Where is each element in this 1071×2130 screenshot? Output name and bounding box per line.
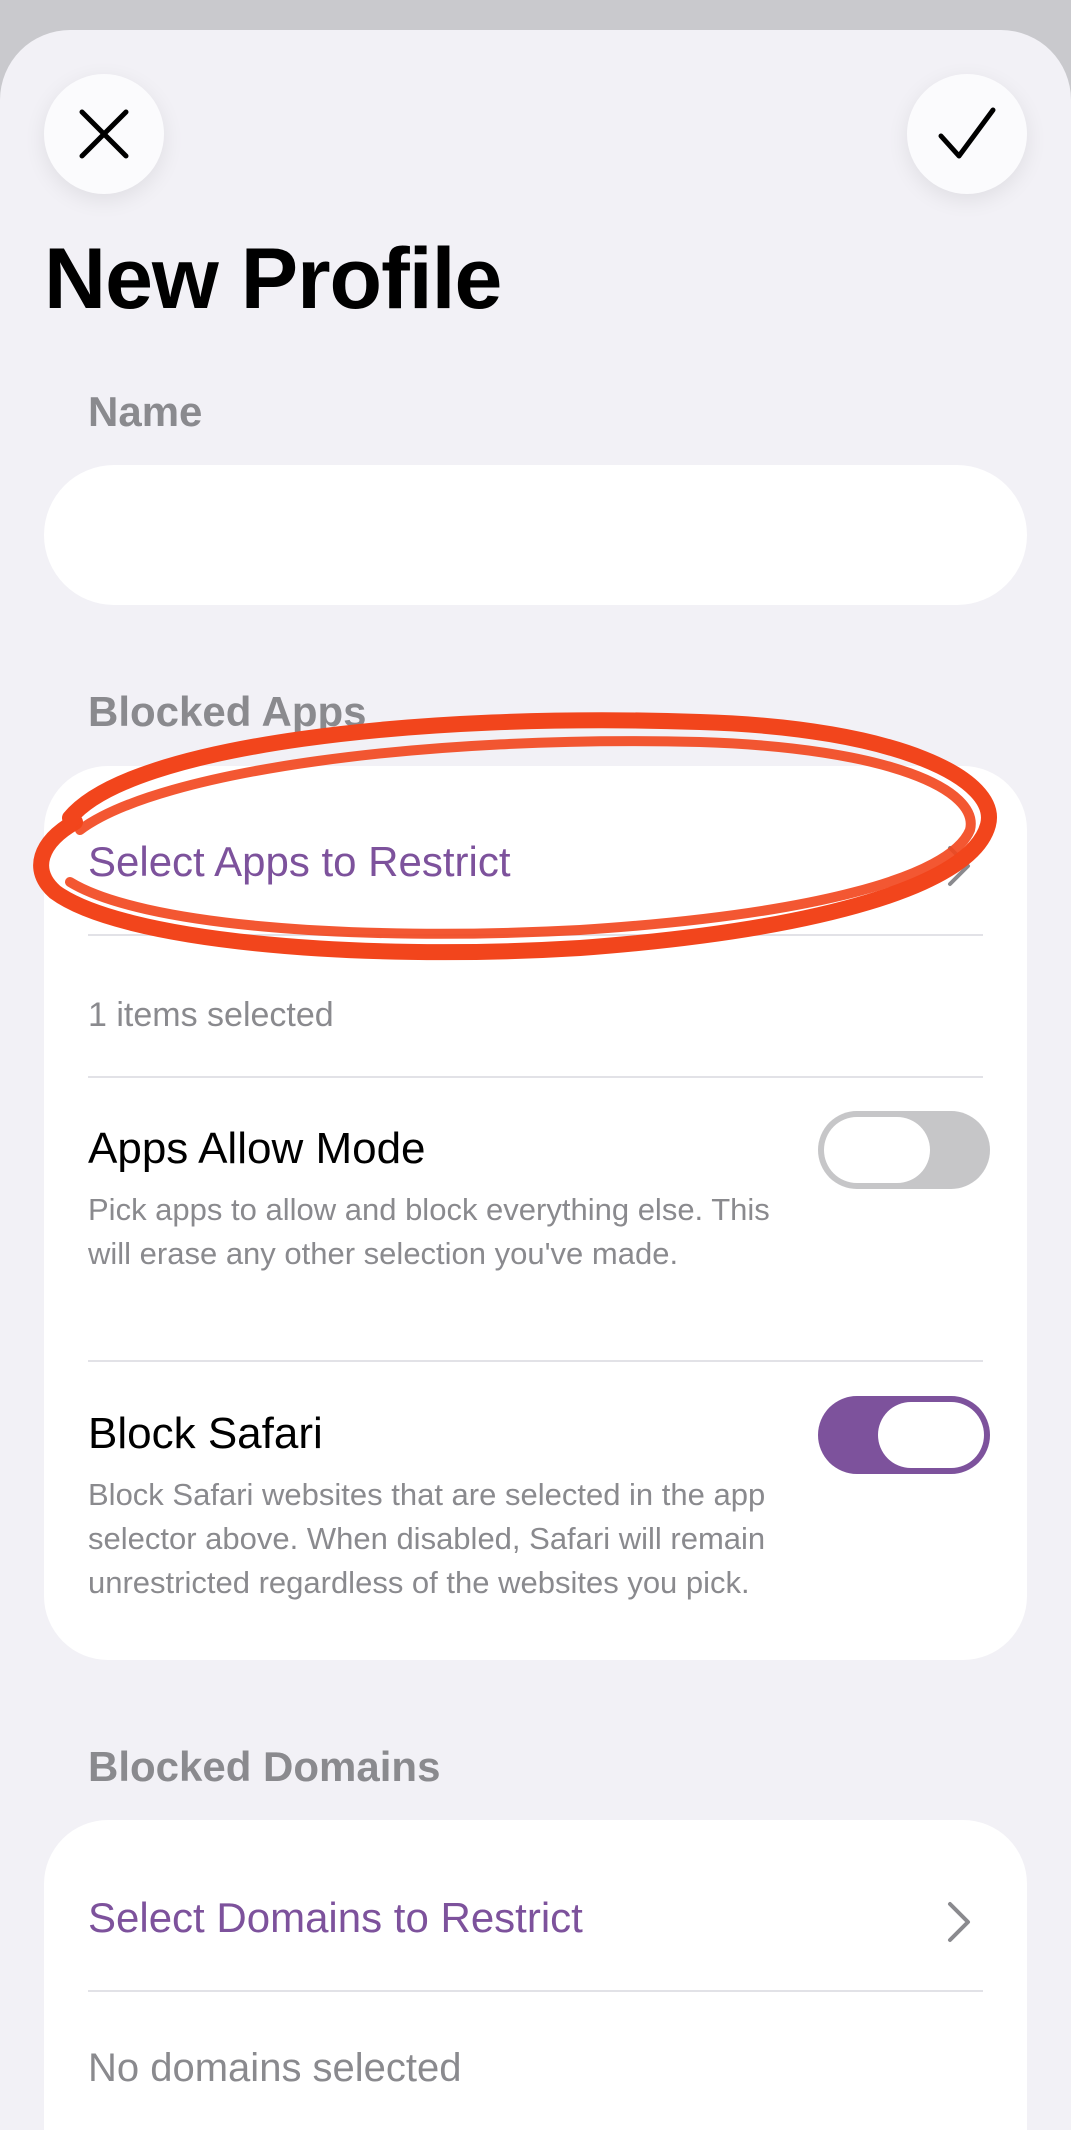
name-section-label: Name [88,388,203,435]
toggle-knob [878,1402,984,1468]
divider [88,1990,983,1992]
apps-allow-mode-title: Apps Allow Mode [88,1124,426,1173]
apps-allow-mode-toggle[interactable] [818,1111,990,1189]
apps-selected-summary: 1 items selected [88,996,334,1034]
domains-selected-summary: No domains selected [88,2046,462,2090]
new-profile-sheet: New Profile Name Blocked Apps Select App… [0,30,1071,2130]
divider [88,934,983,936]
close-icon [79,109,129,159]
block-safari-title: Block Safari [88,1409,323,1458]
toggle-knob [824,1117,930,1183]
page-title: New Profile [44,231,502,327]
block-safari-description: Block Safari websites that are selected … [88,1477,766,1600]
apps-allow-mode-description: Pick apps to allow and block everything … [88,1192,770,1271]
divider [88,1360,983,1362]
blocked-domains-section-label: Blocked Domains [88,1743,441,1790]
confirm-button[interactable] [907,74,1027,194]
blocked-apps-card: Select Apps to Restrict 1 items selected… [44,766,1027,1660]
close-button[interactable] [44,74,164,194]
chevron-right-icon[interactable] [946,1900,972,1944]
checkmark-icon [938,107,996,159]
chevron-right-icon[interactable] [946,844,972,888]
divider [88,1076,983,1078]
blocked-apps-section-label: Blocked Apps [88,688,367,735]
blocked-domains-card: Select Domains to Restrict No domains se… [44,1820,1027,2130]
profile-name-input[interactable] [44,465,1027,605]
select-domains-button[interactable]: Select Domains to Restrict [88,1894,583,1942]
select-apps-button[interactable]: Select Apps to Restrict [88,838,511,886]
block-safari-toggle[interactable] [818,1396,990,1474]
